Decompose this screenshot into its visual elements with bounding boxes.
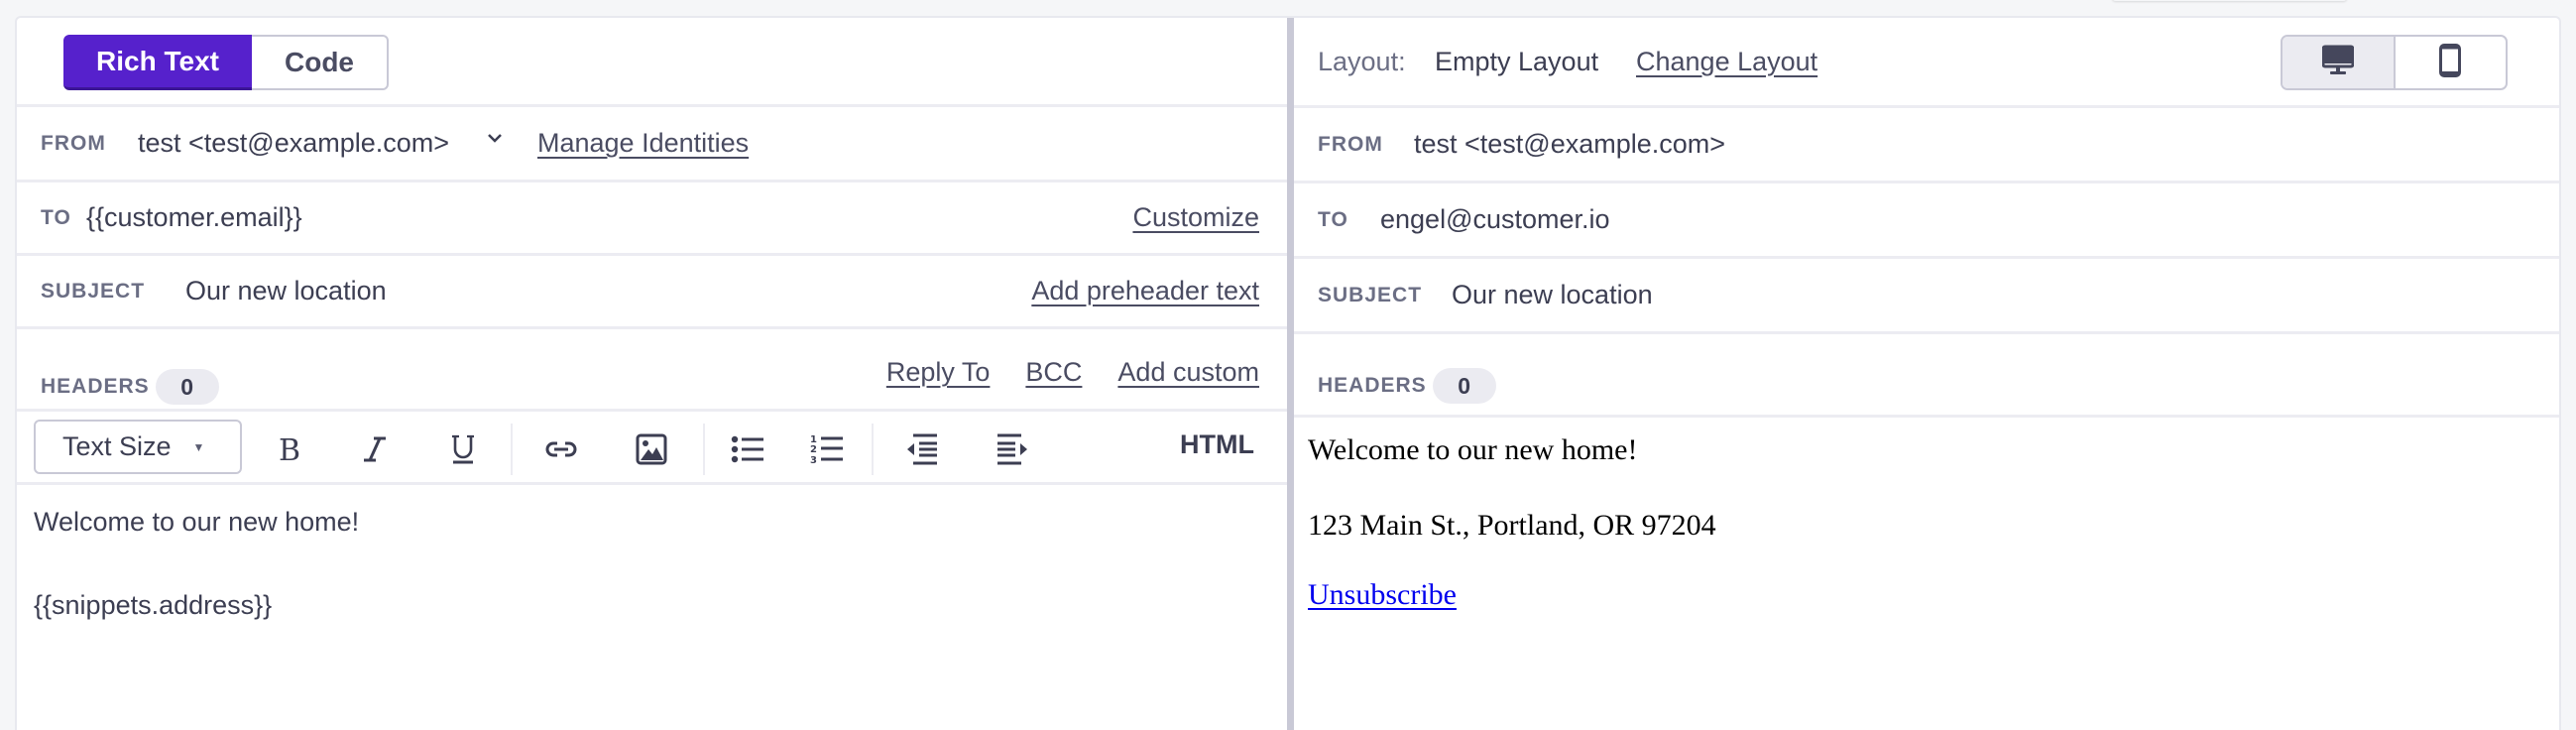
headers-label: HEADERS — [41, 375, 150, 398]
preview-from-label: FROM — [1318, 132, 1383, 156]
editor-pane: Rich Text Code FROM test <test@example.c… — [17, 18, 1287, 730]
body-line-snippet: {{snippets.address}} — [34, 590, 273, 620]
preview-subject-row: SUBJECT Our new location — [1294, 259, 2559, 334]
pane-resize-handle[interactable] — [1287, 18, 1294, 730]
italic-icon[interactable] — [357, 431, 393, 467]
to-label: TO — [41, 205, 71, 229]
svg-text:2: 2 — [810, 444, 817, 455]
bold-icon[interactable]: B — [271, 431, 306, 467]
headers-row: HEADERS 0 Reply To BCC Add custom — [17, 329, 1287, 412]
link-icon[interactable] — [543, 431, 579, 467]
preview-to-row: TO engel@customer.io — [1294, 183, 2559, 259]
preview-line-welcome: Welcome to our new home! — [1308, 433, 1638, 466]
top-overflow-element — [2112, 0, 2347, 1]
headers-actions: Reply To BCC Add custom — [886, 357, 1259, 388]
manage-identities-link[interactable]: Manage Identities — [537, 128, 749, 159]
email-composer-panel: Rich Text Code FROM test <test@example.c… — [15, 16, 2561, 730]
layout-label: Layout: — [1318, 46, 1406, 76]
underline-icon[interactable] — [445, 431, 481, 467]
customize-link[interactable]: Customize — [1132, 202, 1259, 233]
to-row: TO {{customer.email}} Customize — [17, 182, 1287, 256]
chevron-down-icon[interactable] — [486, 131, 504, 150]
toolbar-separator — [872, 424, 874, 475]
rich-text-body[interactable]: Welcome to our new home! {{snippets.addr… — [34, 504, 359, 623]
svg-text:3: 3 — [810, 455, 817, 465]
desktop-preview-button[interactable] — [2283, 37, 2396, 88]
preview-subject-label: SUBJECT — [1318, 283, 1423, 306]
add-preheader-link[interactable]: Add preheader text — [1031, 276, 1259, 306]
desktop-icon — [2321, 45, 2355, 81]
text-size-label: Text Size — [62, 431, 172, 461]
preview-from-value: test <test@example.com> — [1414, 129, 1726, 159]
caret-down-icon: ▼ — [192, 439, 205, 454]
html-button[interactable]: HTML — [1180, 429, 1254, 460]
to-actions: Customize — [1132, 202, 1259, 233]
bulleted-list-icon[interactable] — [730, 431, 765, 467]
mode-toggle: Rich Text Code — [63, 35, 389, 90]
body-line-welcome: Welcome to our new home! — [34, 507, 360, 537]
preview-headers-group: HEADERS 0 — [1318, 368, 1496, 404]
from-label: FROM — [41, 131, 106, 155]
image-icon[interactable] — [634, 431, 669, 467]
from-row: FROM test <test@example.com> Manage Iden… — [17, 107, 1287, 182]
headers-count-badge: 0 — [155, 369, 219, 405]
subject-actions: Add preheader text — [1031, 276, 1259, 306]
toolbar-separator — [511, 424, 513, 475]
preview-headers-label: HEADERS — [1318, 374, 1427, 397]
preview-pane: Layout: Empty Layout Change Layout FROM … — [1294, 18, 2559, 730]
reply-to-link[interactable]: Reply To — [886, 357, 991, 388]
from-select[interactable]: test <test@example.com> — [138, 128, 449, 159]
preview-to-value: engel@customer.io — [1380, 204, 1610, 234]
layout-value: Empty Layout — [1435, 46, 1599, 76]
subject-input[interactable]: Our new location — [185, 276, 387, 306]
formatting-toolbar: Text Size ▼ B 123 HTML — [17, 412, 1287, 485]
outdent-icon[interactable] — [904, 431, 940, 467]
svg-text:B: B — [279, 434, 300, 464]
preview-to-label: TO — [1318, 207, 1348, 231]
change-layout-link[interactable]: Change Layout — [1636, 47, 1817, 77]
indent-icon[interactable] — [995, 431, 1030, 467]
preview-headers-row: HEADERS 0 — [1294, 334, 2559, 418]
headers-group: HEADERS 0 — [41, 369, 219, 405]
add-custom-header-link[interactable]: Add custom — [1117, 357, 1259, 388]
device-toggle — [2281, 35, 2508, 90]
toolbar-separator — [703, 424, 705, 475]
preview-header: Layout: Empty Layout Change Layout — [1294, 18, 2559, 108]
subject-label: SUBJECT — [41, 279, 146, 303]
email-preview-body: Welcome to our new home! 123 Main St., P… — [1308, 430, 1716, 615]
preview-subject-value: Our new location — [1452, 280, 1653, 309]
bcc-link[interactable]: BCC — [1025, 357, 1082, 388]
preview-line-address: 123 Main St., Portland, OR 97204 — [1308, 509, 1716, 542]
subject-row: SUBJECT Our new location Add preheader t… — [17, 256, 1287, 329]
mobile-preview-button[interactable] — [2396, 37, 2507, 88]
rich-text-tab[interactable]: Rich Text — [63, 35, 252, 90]
unsubscribe-link[interactable]: Unsubscribe — [1308, 578, 1457, 611]
numbered-list-icon[interactable]: 123 — [809, 431, 845, 467]
preview-headers-count-badge: 0 — [1432, 368, 1496, 404]
mobile-icon — [2439, 43, 2462, 82]
preview-from-row: FROM test <test@example.com> — [1294, 108, 2559, 183]
editor-header: Rich Text Code — [17, 18, 1287, 107]
to-input[interactable]: {{customer.email}} — [86, 202, 302, 233]
code-tab[interactable]: Code — [252, 35, 389, 90]
text-size-select[interactable]: Text Size ▼ — [34, 420, 242, 474]
